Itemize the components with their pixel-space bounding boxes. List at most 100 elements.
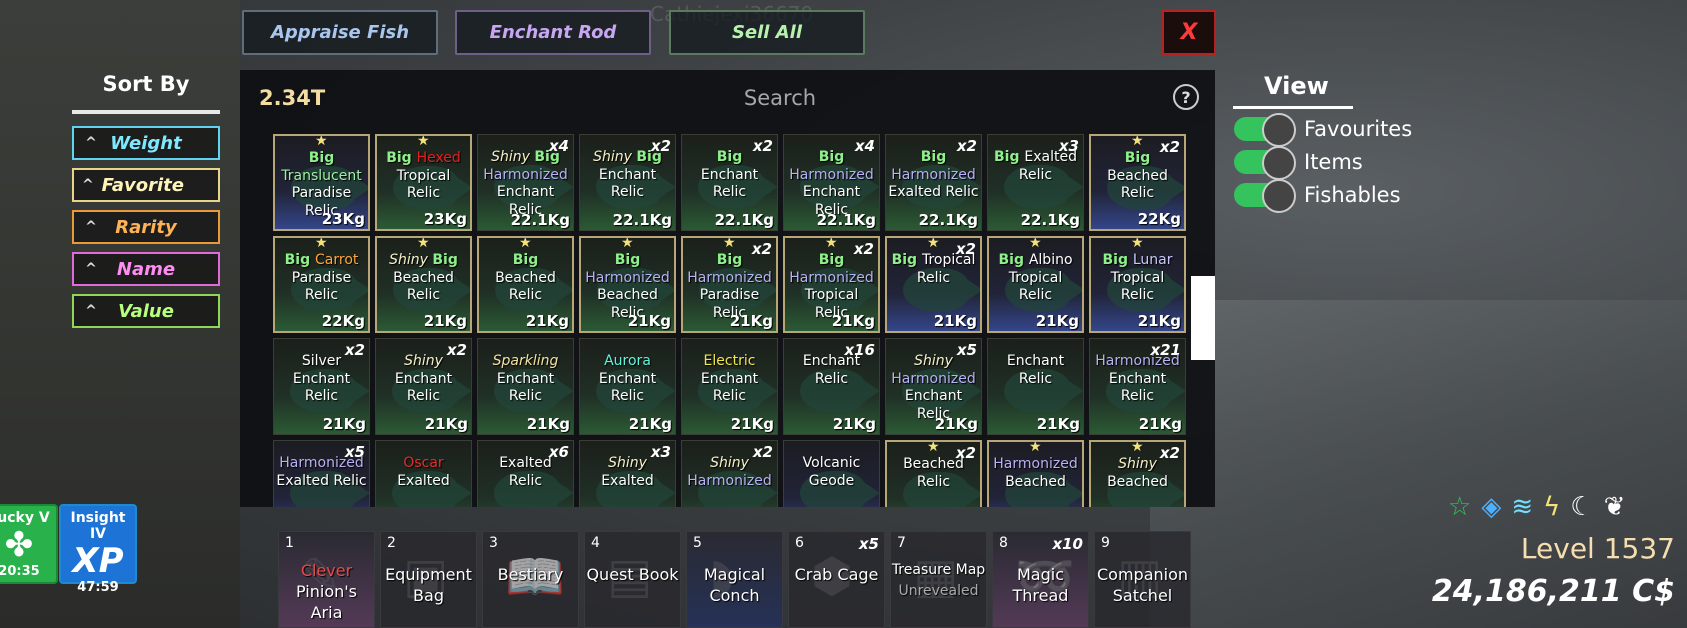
inventory-item[interactable]: ★ x2 Shiny Beached (1089, 440, 1186, 507)
favorite-star-icon: ★ (1131, 440, 1144, 455)
close-button[interactable]: X (1162, 10, 1216, 55)
hotbar-slot-4[interactable]: ▤ 4 Quest Book (584, 531, 681, 628)
buff-insight[interactable]: Insight IV XP 47:59 (59, 504, 137, 595)
item-name-part: Harmonized (891, 166, 976, 183)
inventory-item[interactable]: x21 Harmonized Enchant Relic 21Kg (1089, 338, 1186, 435)
item-weight: 22.1Kg (510, 211, 570, 229)
slot-label: Equipment Bag (381, 564, 476, 606)
sort-by-title: Sort By (102, 72, 190, 96)
sort-option-rarity[interactable]: ^ Rarity (72, 210, 220, 244)
inventory-item[interactable]: x2 Shiny Enchant Relic 21Kg (375, 338, 472, 435)
inventory-scrollbar[interactable] (1191, 276, 1215, 360)
item-name-part: Shiny (1118, 456, 1157, 472)
item-weight: 22.1Kg (1020, 211, 1080, 229)
inventory-item[interactable]: x2 Shiny Harmonized (681, 440, 778, 507)
inventory-item[interactable]: ★ x2 Big Beached Relic 22Kg (1089, 134, 1186, 231)
inventory-item[interactable]: Oscar Exalted (375, 440, 472, 507)
favorite-star-icon: ★ (927, 440, 940, 455)
hotbar-slot-1[interactable]: ✎ 1 Clever Pinion's Aria (278, 531, 375, 628)
item-name: Big Enchant Relic (682, 149, 777, 202)
item-name: Shiny Exalted (580, 455, 675, 490)
hotbar-slot-3[interactable]: 📖 3 Bestiary (482, 531, 579, 628)
inventory-item[interactable]: x2 Shiny Big Enchant Relic 22.1Kg (579, 134, 676, 231)
inventory-item[interactable]: x2 Big Enchant Relic 22.1Kg (681, 134, 778, 231)
view-toggle-items[interactable]: Items (1234, 146, 1363, 180)
item-name: Silver Enchant Relic (274, 353, 369, 406)
item-name-part: Enchant Relic (700, 370, 759, 405)
inventory-item[interactable]: ★ Big Albino Tropical Relic 21Kg (987, 236, 1084, 333)
inventory-item[interactable]: ★ x2 Big Harmonized Tropical Relic 21Kg (783, 236, 880, 333)
item-name-part: Relic (610, 388, 645, 404)
buff-lucky[interactable]: Lucky V✤20:35 (0, 504, 58, 584)
enchant-rod-button[interactable]: Enchant Rod (455, 10, 651, 55)
item-weight: 21Kg (322, 415, 366, 433)
inventory-item[interactable]: ★ Shiny Big Beached Relic 21Kg (375, 236, 472, 333)
inventory-item[interactable]: ★ Big Harmonized Beached Relic 21Kg (579, 236, 676, 333)
inventory-item[interactable]: x5 Shiny Harmonized Enchant Relic 21Kg (885, 338, 982, 435)
status-icons: ☆ ◈ ≋ ϟ ☾ ❦ (1448, 492, 1625, 522)
toggle-switch[interactable] (1234, 113, 1296, 147)
toggle-switch[interactable] (1234, 179, 1296, 213)
inventory-item[interactable]: ★ x2 Big Harmonized Paradise Relic 21Kg (681, 236, 778, 333)
hotbar-slot-2[interactable]: ▣ 2 Equipment Bag (380, 531, 477, 628)
view-toggle-fishables[interactable]: Fishables (1234, 179, 1401, 213)
inventory-item[interactable]: x2 Silver Enchant Relic 21Kg (273, 338, 370, 435)
inventory-item[interactable]: x6 Exalted Relic (477, 440, 574, 507)
inventory-item[interactable]: x3 Shiny Exalted (579, 440, 676, 507)
item-weight: 23Kg (423, 210, 467, 228)
hotbar-slot-9[interactable]: ▥ 9 Companion Satchel (1094, 531, 1191, 628)
item-name: Aurora Enchant Relic (580, 353, 675, 406)
item-name-part: Exalted (499, 455, 552, 471)
slot-quantity: x10 (1052, 535, 1083, 553)
item-name: Big Lunar Tropical Relic (1091, 252, 1184, 305)
item-name-part: Shiny (608, 455, 647, 471)
sort-option-favorite[interactable]: ^ Favorite (72, 168, 220, 202)
inventory-item[interactable]: Aurora Enchant Relic 21Kg (579, 338, 676, 435)
inventory-item[interactable]: ★ Big Hexed Tropical Relic 23Kg (375, 134, 472, 231)
inventory-item[interactable]: ★ Harmonized Beached (987, 440, 1084, 507)
sort-option-name[interactable]: ^ Name (72, 252, 220, 286)
inventory-item[interactable]: Sparkling Enchant Relic 21Kg (477, 338, 574, 435)
inventory-item[interactable]: x4 Big Harmonized Enchant Relic 22.1Kg (783, 134, 880, 231)
item-weight: 21Kg (1137, 312, 1181, 330)
inventory-item[interactable]: x3 Big Exalted Relic 22.1Kg (987, 134, 1084, 231)
hotbar-slot-5[interactable]: ◗ 5 Magical Conch (686, 531, 783, 628)
inventory-item[interactable]: x4 Shiny Big Harmonized Enchant Relic 22.1Kg (477, 134, 574, 231)
item-name: Big Beached Relic (479, 252, 572, 305)
inventory-item[interactable]: ★ Big Translucent Paradise Relic 23Kg (273, 134, 370, 231)
inventory-item[interactable]: x5 Harmonized Exalted Relic (273, 440, 370, 507)
item-name-part: Big (818, 252, 845, 268)
item-name-part: Exalted (1024, 149, 1077, 165)
inventory-item[interactable]: ★ Big Beached Relic 21Kg (477, 236, 574, 333)
inventory-item[interactable]: x16 Enchant Relic 21Kg (783, 338, 880, 435)
sell-all-button[interactable]: Sell All (669, 10, 865, 55)
inventory-item[interactable]: x2 Big Harmonized Exalted Relic 22.1Kg (885, 134, 982, 231)
appraise-fish-button[interactable]: Appraise Fish (242, 10, 438, 55)
inventory-item[interactable]: Electric Enchant Relic 21Kg (681, 338, 778, 435)
item-name-part: Relic (1018, 370, 1053, 387)
inventory-item[interactable]: ★ Big Lunar Tropical Relic 21Kg (1089, 236, 1186, 333)
hotbar-slot-6[interactable]: ⬢ 6 x5 Crab Cage (788, 531, 885, 628)
inventory-item[interactable]: Volcanic Geode (783, 440, 880, 507)
buff-title: Lucky V (0, 510, 50, 526)
inventory-item[interactable]: ★ x2 Beached Relic (885, 440, 982, 507)
item-name-part: Harmonized (687, 269, 772, 286)
item-name: Shiny Big Enchant Relic (580, 149, 675, 202)
item-name: Big Tropical Relic (887, 252, 980, 287)
hotbar-slot-8[interactable]: ➿ 8 x10 Magic Thread (992, 531, 1089, 628)
search-input[interactable] (560, 80, 1000, 116)
view-toggle-favourites[interactable]: Favourites (1234, 113, 1412, 147)
sort-option-value[interactable]: ^ Value (72, 294, 220, 328)
sort-option-weight[interactable]: ^ Weight (72, 126, 220, 160)
slot-number: 4 (591, 535, 600, 551)
inventory-item[interactable]: ★ Big Carrot Paradise Relic 22Kg (273, 236, 370, 333)
inventory-item[interactable]: Enchant Relic 21Kg (987, 338, 1084, 435)
item-weight: 21Kg (628, 415, 672, 433)
inventory-item[interactable]: ★ x2 Big Tropical Relic 21Kg (885, 236, 982, 333)
help-icon[interactable]: ? (1173, 84, 1199, 110)
hotbar-slot-7[interactable]: ▦ 7 Treasure Map Unrevealed (890, 531, 987, 628)
item-name-part: Big (636, 149, 662, 165)
item-name-part: Enchant (1006, 353, 1065, 369)
toggle-switch[interactable] (1234, 146, 1296, 180)
favorite-star-icon: ★ (417, 134, 430, 149)
